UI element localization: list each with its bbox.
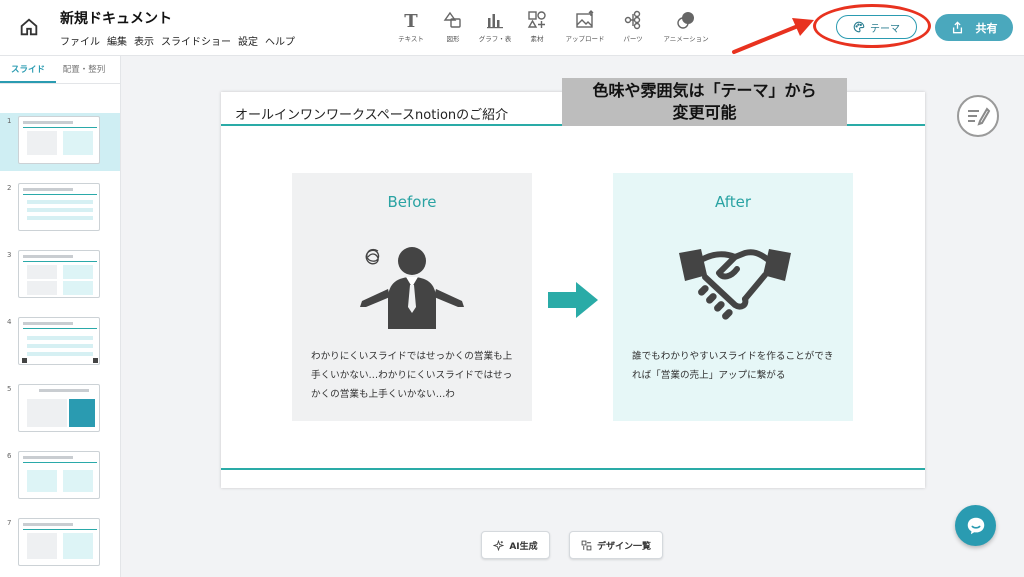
slide-thumbnail[interactable]: 4 [0,314,120,372]
parts-icon [624,10,641,30]
home-icon [20,18,38,36]
thumbnail-preview [18,451,100,499]
slide-footer-rule [221,468,925,470]
animation-icon [677,12,694,29]
theme-button[interactable]: テーマ [836,15,917,39]
shape-icon [443,11,461,28]
slide-thumbnail[interactable]: 2 [0,180,120,238]
tool-chart[interactable]: グラフ・表 [476,10,514,43]
before-body: わかりにくいスライドではせっかくの営業も上手くいかない…わかりにくいスライドでは… [311,351,513,400]
top-header: 新規ドキュメント ファイル 編集 表示 スライドショー 設定 ヘルプ T テキス… [0,0,1024,56]
thumbnail-preview [18,384,100,432]
insert-toolbar: T テキスト 図形 グラフ・表 素材 アップロード パーツ アニメーション [392,10,716,43]
chat-icon [967,517,984,534]
menu-slideshow[interactable]: スライドショー [161,33,231,48]
menu-settings[interactable]: 設定 [238,33,258,48]
design-grid-icon [581,540,592,550]
tab-slides[interactable]: スライド [0,56,56,83]
slide-thumbnail[interactable]: 1 [0,113,120,171]
notes-side-button[interactable] [957,95,999,137]
thumbnail-preview [18,250,100,298]
after-panel[interactable]: After 誰でもわかりやすいスライドを作ることができれば「営業の売上」アップに… [613,173,853,421]
tab-arrange[interactable]: 配置・整列 [56,56,112,83]
svg-text:T: T [404,11,418,30]
home-button[interactable] [14,12,44,42]
slide-thumbnail[interactable]: 7 [0,515,120,573]
annotation-arrow-icon [732,18,814,54]
notes-edit-icon [968,107,991,126]
thumbnail-preview [18,518,100,566]
thumbnail-preview [18,116,100,164]
tool-parts[interactable]: パーツ [614,10,652,43]
before-heading: Before [387,193,437,211]
right-arrow-icon [548,282,598,318]
slide-thumbnail[interactable]: 6 [0,448,120,506]
before-panel[interactable]: Before わかりにくいスライドではせっかくの営業も上手くいかない…わかりにく… [292,173,532,421]
tool-shape[interactable]: 図形 [434,10,472,43]
document-title[interactable]: 新規ドキュメント [60,8,172,28]
text-icon: T [404,11,418,30]
share-icon [952,21,962,34]
palette-icon [853,21,865,33]
menu-edit[interactable]: 編集 [107,33,127,48]
annotation-callout: 色味や雰囲気は「テーマ」から 変更可能 [562,78,847,126]
thumbnail-preview [18,183,100,231]
ai-generate-button[interactable]: AI生成 [481,531,550,559]
slide-thumbnail[interactable]: 3 [0,247,120,305]
after-body: 誰でもわかりやすいスライドを作ることができれば「営業の売上」アップに繋がる [632,351,834,381]
slide-canvas[interactable]: オールインワンワークスペースnotionのご紹介 Before わかりにくいスラ… [221,92,925,488]
slide-thumbnail[interactable]: 5 [0,381,120,439]
chat-support-button[interactable] [955,505,996,546]
sidebar-tabs: スライド 配置・整列 [0,56,120,84]
annotation-line-2: 変更可能 [672,103,737,122]
tool-text[interactable]: T テキスト [392,10,430,43]
after-heading: After [714,193,752,211]
menu-help[interactable]: ヘルプ [265,33,295,48]
handshake-icon [679,249,791,320]
confused-businessman-icon [360,247,464,329]
design-list-button[interactable]: デザイン一覧 [569,531,663,559]
sparkle-icon [493,539,505,551]
material-icon [527,11,546,28]
chart-icon [487,14,503,29]
menu-view[interactable]: 表示 [134,33,154,48]
share-button[interactable]: 共有 [935,14,1013,41]
tool-animation[interactable]: アニメーション [656,10,716,43]
annotation-line-1: 色味や雰囲気は「テーマ」から [592,81,817,100]
thumbnail-preview [18,317,100,365]
slide-title[interactable]: オールインワンワークスペースnotionのご紹介 [235,104,508,123]
menu-bar: ファイル 編集 表示 スライドショー 設定 ヘルプ [60,33,295,48]
tool-upload[interactable]: アップロード [560,10,610,43]
menu-file[interactable]: ファイル [60,33,100,48]
tool-material[interactable]: 素材 [518,10,556,43]
upload-icon [576,10,594,28]
slide-sidebar: スライド 配置・整列 1 2 3 4 5 6 7 [0,56,121,577]
